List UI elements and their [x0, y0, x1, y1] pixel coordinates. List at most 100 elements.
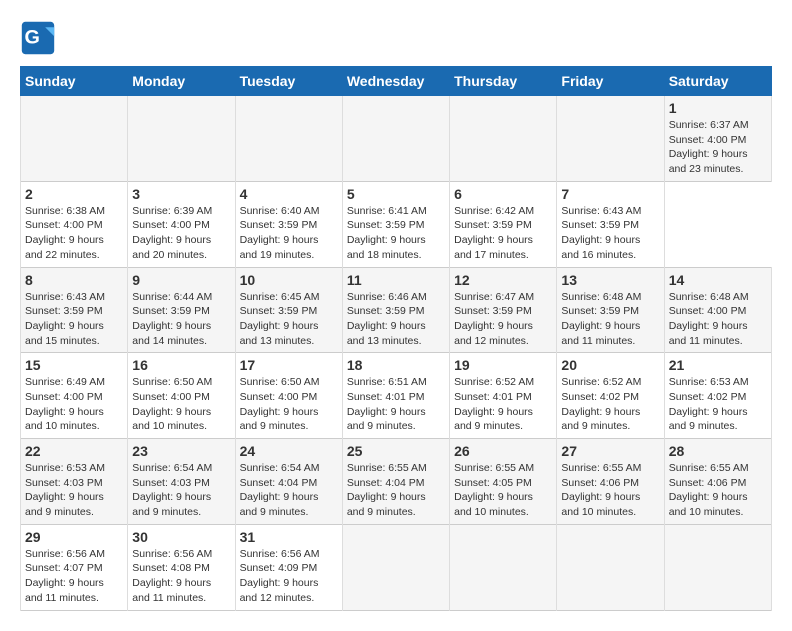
cell-content: Sunrise: 6:55 AM Sunset: 4:05 PM Dayligh…: [454, 462, 534, 518]
calendar-cell: [342, 524, 449, 610]
calendar-cell: 19 Sunrise: 6:52 AM Sunset: 4:01 PM Dayl…: [450, 353, 557, 439]
header-row: SundayMondayTuesdayWednesdayThursdayFrid…: [21, 67, 772, 96]
calendar-cell: 17 Sunrise: 6:50 AM Sunset: 4:00 PM Dayl…: [235, 353, 342, 439]
cell-content: Sunrise: 6:41 AM Sunset: 3:59 PM Dayligh…: [347, 205, 427, 261]
day-number: 6: [454, 186, 552, 202]
cell-content: Sunrise: 6:56 AM Sunset: 4:09 PM Dayligh…: [240, 548, 320, 604]
cell-content: Sunrise: 6:51 AM Sunset: 4:01 PM Dayligh…: [347, 376, 427, 432]
header-day-monday: Monday: [128, 67, 235, 96]
cell-content: Sunrise: 6:47 AM Sunset: 3:59 PM Dayligh…: [454, 291, 534, 347]
calendar-cell: [128, 96, 235, 182]
day-number: 1: [669, 100, 767, 116]
day-number: 28: [669, 443, 767, 459]
cell-content: Sunrise: 6:54 AM Sunset: 4:04 PM Dayligh…: [240, 462, 320, 518]
calendar-cell: 4 Sunrise: 6:40 AM Sunset: 3:59 PM Dayli…: [235, 181, 342, 267]
day-number: 17: [240, 357, 338, 373]
calendar-cell: 2 Sunrise: 6:38 AM Sunset: 4:00 PM Dayli…: [21, 181, 128, 267]
day-number: 19: [454, 357, 552, 373]
calendar-cell: 24 Sunrise: 6:54 AM Sunset: 4:04 PM Dayl…: [235, 439, 342, 525]
calendar-cell: [557, 524, 664, 610]
day-number: 27: [561, 443, 659, 459]
calendar-cell: 13 Sunrise: 6:48 AM Sunset: 3:59 PM Dayl…: [557, 267, 664, 353]
logo: G: [20, 20, 62, 56]
day-number: 26: [454, 443, 552, 459]
cell-content: Sunrise: 6:53 AM Sunset: 4:03 PM Dayligh…: [25, 462, 105, 518]
calendar-cell: 9 Sunrise: 6:44 AM Sunset: 3:59 PM Dayli…: [128, 267, 235, 353]
header-day-friday: Friday: [557, 67, 664, 96]
calendar-week-4: 22 Sunrise: 6:53 AM Sunset: 4:03 PM Dayl…: [21, 439, 772, 525]
day-number: 25: [347, 443, 445, 459]
day-number: 16: [132, 357, 230, 373]
day-number: 22: [25, 443, 123, 459]
cell-content: Sunrise: 6:37 AM Sunset: 4:00 PM Dayligh…: [669, 119, 749, 175]
calendar-cell: 27 Sunrise: 6:55 AM Sunset: 4:06 PM Dayl…: [557, 439, 664, 525]
calendar-cell: 10 Sunrise: 6:45 AM Sunset: 3:59 PM Dayl…: [235, 267, 342, 353]
calendar-cell: [557, 96, 664, 182]
calendar-cell: 21 Sunrise: 6:53 AM Sunset: 4:02 PM Dayl…: [664, 353, 771, 439]
calendar-cell: 22 Sunrise: 6:53 AM Sunset: 4:03 PM Dayl…: [21, 439, 128, 525]
calendar-cell: 8 Sunrise: 6:43 AM Sunset: 3:59 PM Dayli…: [21, 267, 128, 353]
calendar-cell: 25 Sunrise: 6:55 AM Sunset: 4:04 PM Dayl…: [342, 439, 449, 525]
day-number: 13: [561, 272, 659, 288]
calendar-cell: 30 Sunrise: 6:56 AM Sunset: 4:08 PM Dayl…: [128, 524, 235, 610]
day-number: 15: [25, 357, 123, 373]
calendar-week-0: 1 Sunrise: 6:37 AM Sunset: 4:00 PM Dayli…: [21, 96, 772, 182]
cell-content: Sunrise: 6:48 AM Sunset: 4:00 PM Dayligh…: [669, 291, 749, 347]
calendar-cell: 28 Sunrise: 6:55 AM Sunset: 4:06 PM Dayl…: [664, 439, 771, 525]
day-number: 23: [132, 443, 230, 459]
header-day-sunday: Sunday: [21, 67, 128, 96]
cell-content: Sunrise: 6:48 AM Sunset: 3:59 PM Dayligh…: [561, 291, 641, 347]
header-day-tuesday: Tuesday: [235, 67, 342, 96]
cell-content: Sunrise: 6:39 AM Sunset: 4:00 PM Dayligh…: [132, 205, 212, 261]
calendar-cell: 29 Sunrise: 6:56 AM Sunset: 4:07 PM Dayl…: [21, 524, 128, 610]
day-number: 14: [669, 272, 767, 288]
day-number: 4: [240, 186, 338, 202]
cell-content: Sunrise: 6:56 AM Sunset: 4:07 PM Dayligh…: [25, 548, 105, 604]
calendar-cell: [664, 524, 771, 610]
calendar-cell: [21, 96, 128, 182]
calendar-week-2: 8 Sunrise: 6:43 AM Sunset: 3:59 PM Dayli…: [21, 267, 772, 353]
cell-content: Sunrise: 6:43 AM Sunset: 3:59 PM Dayligh…: [561, 205, 641, 261]
day-number: 7: [561, 186, 659, 202]
calendar-cell: 16 Sunrise: 6:50 AM Sunset: 4:00 PM Dayl…: [128, 353, 235, 439]
cell-content: Sunrise: 6:52 AM Sunset: 4:02 PM Dayligh…: [561, 376, 641, 432]
header-day-wednesday: Wednesday: [342, 67, 449, 96]
cell-content: Sunrise: 6:55 AM Sunset: 4:06 PM Dayligh…: [669, 462, 749, 518]
calendar-cell: 6 Sunrise: 6:42 AM Sunset: 3:59 PM Dayli…: [450, 181, 557, 267]
cell-content: Sunrise: 6:53 AM Sunset: 4:02 PM Dayligh…: [669, 376, 749, 432]
day-number: 24: [240, 443, 338, 459]
cell-content: Sunrise: 6:43 AM Sunset: 3:59 PM Dayligh…: [25, 291, 105, 347]
day-number: 18: [347, 357, 445, 373]
calendar-cell: 12 Sunrise: 6:47 AM Sunset: 3:59 PM Dayl…: [450, 267, 557, 353]
day-number: 9: [132, 272, 230, 288]
cell-content: Sunrise: 6:52 AM Sunset: 4:01 PM Dayligh…: [454, 376, 534, 432]
calendar-cell: [342, 96, 449, 182]
day-number: 11: [347, 272, 445, 288]
cell-content: Sunrise: 6:45 AM Sunset: 3:59 PM Dayligh…: [240, 291, 320, 347]
svg-text:G: G: [25, 26, 40, 48]
calendar-cell: 15 Sunrise: 6:49 AM Sunset: 4:00 PM Dayl…: [21, 353, 128, 439]
cell-content: Sunrise: 6:50 AM Sunset: 4:00 PM Dayligh…: [240, 376, 320, 432]
calendar-cell: [450, 96, 557, 182]
cell-content: Sunrise: 6:55 AM Sunset: 4:06 PM Dayligh…: [561, 462, 641, 518]
calendar-week-3: 15 Sunrise: 6:49 AM Sunset: 4:00 PM Dayl…: [21, 353, 772, 439]
cell-content: Sunrise: 6:42 AM Sunset: 3:59 PM Dayligh…: [454, 205, 534, 261]
cell-content: Sunrise: 6:50 AM Sunset: 4:00 PM Dayligh…: [132, 376, 212, 432]
calendar-cell: 1 Sunrise: 6:37 AM Sunset: 4:00 PM Dayli…: [664, 96, 771, 182]
calendar-cell: 23 Sunrise: 6:54 AM Sunset: 4:03 PM Dayl…: [128, 439, 235, 525]
calendar-cell: 31 Sunrise: 6:56 AM Sunset: 4:09 PM Dayl…: [235, 524, 342, 610]
day-number: 3: [132, 186, 230, 202]
day-number: 20: [561, 357, 659, 373]
header: G: [20, 20, 772, 56]
calendar-cell: 5 Sunrise: 6:41 AM Sunset: 3:59 PM Dayli…: [342, 181, 449, 267]
day-number: 31: [240, 529, 338, 545]
calendar-cell: [450, 524, 557, 610]
cell-content: Sunrise: 6:54 AM Sunset: 4:03 PM Dayligh…: [132, 462, 212, 518]
cell-content: Sunrise: 6:38 AM Sunset: 4:00 PM Dayligh…: [25, 205, 105, 261]
calendar-cell: 11 Sunrise: 6:46 AM Sunset: 3:59 PM Dayl…: [342, 267, 449, 353]
day-number: 2: [25, 186, 123, 202]
calendar-cell: 20 Sunrise: 6:52 AM Sunset: 4:02 PM Dayl…: [557, 353, 664, 439]
calendar-cell: 18 Sunrise: 6:51 AM Sunset: 4:01 PM Dayl…: [342, 353, 449, 439]
cell-content: Sunrise: 6:56 AM Sunset: 4:08 PM Dayligh…: [132, 548, 212, 604]
cell-content: Sunrise: 6:44 AM Sunset: 3:59 PM Dayligh…: [132, 291, 212, 347]
